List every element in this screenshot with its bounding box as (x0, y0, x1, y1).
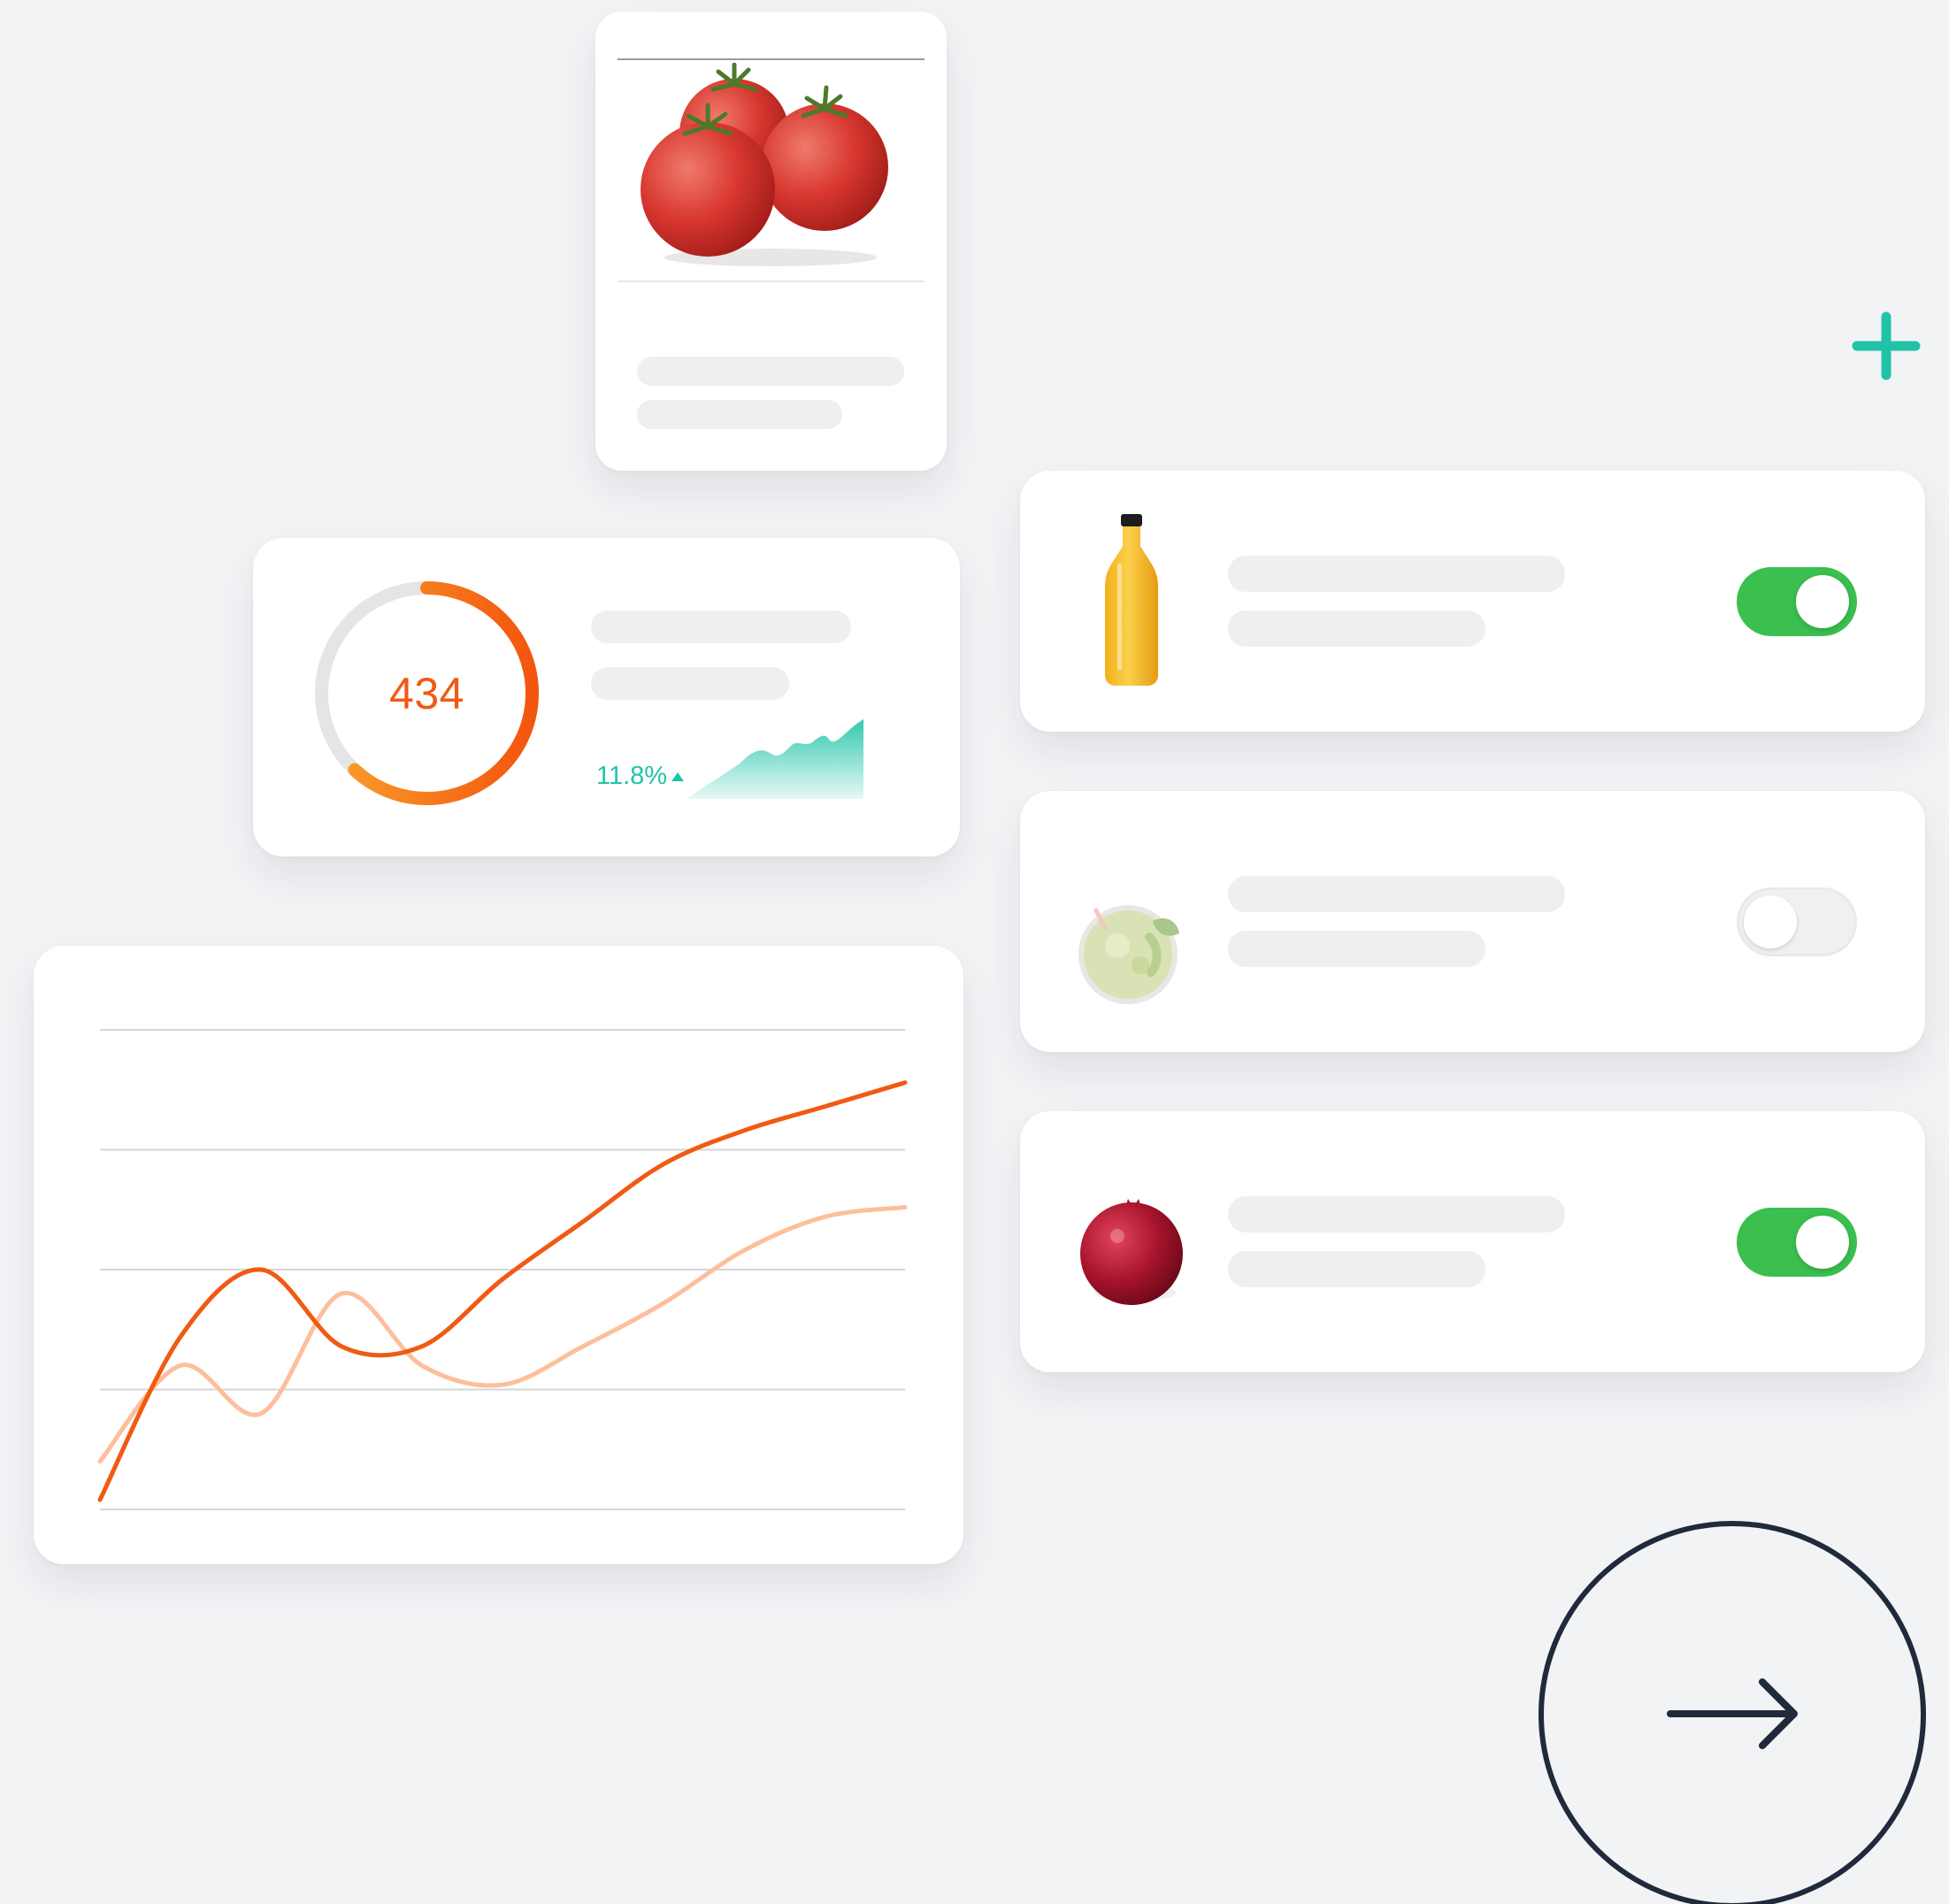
item-title-placeholder (1228, 876, 1565, 912)
item-title-placeholder (1228, 556, 1565, 592)
item-subtitle-placeholder (1228, 931, 1485, 967)
next-button[interactable] (1538, 1520, 1927, 1904)
juice-bottle-icon (1105, 514, 1158, 686)
plus-icon[interactable] (1852, 311, 1921, 380)
donut-value: 434 (389, 668, 464, 718)
item-subtitle-placeholder (1228, 610, 1485, 647)
line-chart (97, 1029, 908, 1510)
triangle-up-icon (671, 772, 685, 781)
item-toggle[interactable] (1737, 567, 1857, 636)
item-card-pomegranate[interactable] (1020, 1111, 1925, 1372)
product-subtitle-placeholder (637, 400, 842, 429)
item-toggle[interactable] (1737, 1208, 1857, 1277)
trend-percent: 11.8% (596, 762, 668, 790)
toggle-knob (1796, 575, 1849, 628)
tomatoes-icon (641, 63, 888, 266)
chart-series-line (97, 1080, 908, 1502)
product-title-placeholder (637, 357, 904, 386)
item-toggle[interactable] (1737, 887, 1857, 956)
toggle-knob (1796, 1216, 1849, 1269)
stats-card[interactable]: 434 11.8% (253, 538, 960, 856)
item-card-smoothie[interactable] (1020, 791, 1925, 1052)
item-title-placeholder (1228, 1196, 1565, 1232)
product-card[interactable] (595, 12, 947, 471)
stats-subtitle-placeholder (591, 667, 789, 700)
chart-series-line (97, 1205, 908, 1464)
sparkline-area (687, 719, 863, 799)
product-bottom-divider (618, 280, 925, 282)
line-chart-card (34, 946, 963, 1564)
pomegranate-icon (1080, 1199, 1183, 1305)
item-card-juice[interactable] (1020, 471, 1925, 732)
smoothie-glass-icon (1078, 905, 1179, 1004)
item-subtitle-placeholder (1228, 1251, 1485, 1287)
dashboard-illustration: 434 11.8% (0, 0, 1949, 1904)
arrow-right-icon (1667, 1678, 1798, 1749)
toggle-knob (1744, 895, 1797, 948)
product-top-divider (618, 58, 925, 60)
trend-indicator: 11.8% (596, 762, 685, 791)
stats-title-placeholder (591, 610, 851, 643)
